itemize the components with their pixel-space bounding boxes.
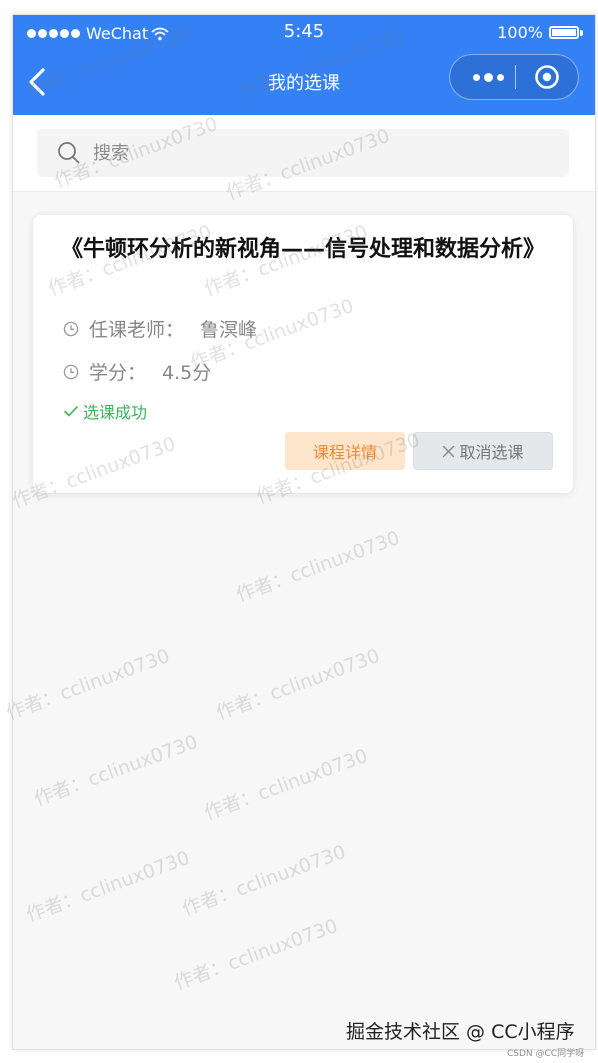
cancel-enrollment-label: 取消选课 bbox=[459, 443, 524, 462]
teacher-row: 任课老师： 鲁溟峰 bbox=[63, 315, 257, 342]
top-bar: WeChat 5:45 100% 我的选课 bbox=[13, 15, 595, 115]
course-title: 《牛顿环分析的新视角——信号处理和数据分析》 bbox=[61, 237, 546, 262]
search-bar bbox=[13, 115, 595, 192]
course-detail-button[interactable]: 课程详情 bbox=[285, 432, 405, 470]
battery-icon bbox=[549, 26, 579, 39]
teacher-label: 任课老师： bbox=[89, 319, 185, 341]
status-text: 选课成功 bbox=[83, 403, 148, 422]
status-bar: WeChat 5:45 100% bbox=[13, 15, 595, 49]
mini-program-capsule bbox=[449, 54, 579, 100]
clock-icon bbox=[63, 364, 79, 379]
battery-percent: 100% bbox=[497, 23, 543, 42]
search-input[interactable] bbox=[93, 129, 553, 177]
capsule-divider bbox=[515, 65, 516, 89]
search-icon bbox=[58, 142, 80, 164]
check-icon bbox=[64, 406, 78, 417]
cancel-enrollment-button[interactable]: 取消选课 bbox=[413, 432, 553, 470]
search-box[interactable] bbox=[37, 129, 569, 177]
clock-icon bbox=[63, 321, 79, 336]
credit-value: 4.5分 bbox=[162, 362, 212, 384]
course-detail-label: 课程详情 bbox=[312, 443, 377, 462]
close-icon bbox=[443, 445, 455, 457]
credit-row: 学分： 4.5分 bbox=[63, 358, 211, 385]
credit-label: 学分： bbox=[89, 362, 147, 384]
battery-indicator: 100% bbox=[497, 23, 583, 42]
footer-sub: CSDN @CC同学呀 bbox=[507, 1049, 585, 1059]
course-card: 《牛顿环分析的新视角——信号处理和数据分析》 任课老师： 鲁溟峰 学分： 4.5… bbox=[33, 215, 573, 493]
more-menu-button[interactable] bbox=[464, 55, 512, 99]
enroll-status: 选课成功 bbox=[63, 399, 147, 423]
teacher-name: 鲁溟峰 bbox=[200, 319, 258, 341]
footer-brand: 掘金技术社区 @ CC小程序 bbox=[346, 1021, 575, 1043]
battery-cap bbox=[580, 29, 583, 36]
phone-frame: WeChat 5:45 100% 我的选课 搜索 《牛顿环分析的新视角——信号处… bbox=[12, 14, 596, 1050]
close-mini-program-icon[interactable] bbox=[534, 64, 560, 90]
navigation-bar: 我的选课 bbox=[13, 49, 595, 115]
